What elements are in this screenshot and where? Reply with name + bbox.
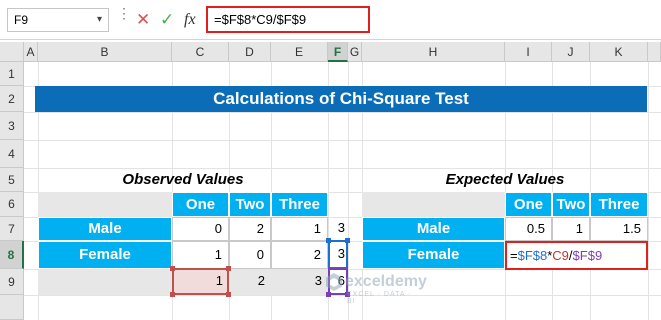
formula-equals: =: [510, 248, 518, 263]
expected-heading: Expected Values: [445, 171, 565, 188]
expected-header-two[interactable]: Two: [552, 192, 590, 217]
expected-cell-k7[interactable]: 1.5: [590, 217, 648, 241]
formula-bar: F9 ▾ ⋮ ✕ ✓ fx =$F$8*C9/$F$9: [0, 0, 661, 40]
row-header-5[interactable]: 5: [0, 168, 24, 192]
col-header-a[interactable]: A: [24, 42, 38, 62]
observed-col-total-two[interactable]: 2: [229, 269, 271, 295]
observed-col-total-three[interactable]: 3: [271, 269, 328, 295]
resize-handle[interactable]: [326, 238, 331, 243]
observed-heading: Observed Values: [122, 171, 244, 188]
observed-totals-label-cell: [38, 269, 172, 295]
col-header-h[interactable]: H: [362, 42, 505, 62]
resize-handle[interactable]: [170, 266, 175, 271]
observed-cell-c7[interactable]: 0: [172, 217, 229, 241]
observed-header-three[interactable]: Three: [271, 192, 328, 217]
expected-row-label-male[interactable]: Male: [362, 217, 505, 241]
observed-col-total-one[interactable]: 1: [172, 269, 229, 295]
row-header-9[interactable]: 9: [0, 269, 24, 295]
resize-handle[interactable]: [170, 292, 175, 297]
active-cell-editor[interactable]: =$F$8*C9/$F$9: [505, 241, 648, 270]
formula-ref-f9: $F$9: [572, 248, 603, 263]
col-header-k[interactable]: K: [590, 42, 648, 62]
col-header-e[interactable]: E: [271, 42, 328, 62]
observed-cell-e7[interactable]: 1: [271, 217, 328, 241]
observed-row-label-female[interactable]: Female: [38, 241, 172, 269]
insert-function-icon[interactable]: fx: [184, 9, 196, 31]
expected-header-three[interactable]: Three: [590, 192, 648, 217]
row-header-2[interactable]: 2: [0, 86, 24, 112]
col-header-d[interactable]: D: [229, 42, 271, 62]
cancel-icon[interactable]: ✕: [136, 9, 150, 31]
observed-corner-cell: [38, 192, 172, 217]
row-header-7[interactable]: 7: [0, 217, 24, 241]
exceldemy-logo-icon: [326, 273, 342, 291]
row-header-6[interactable]: 6: [0, 192, 24, 217]
observed-cell-d7[interactable]: 2: [229, 217, 271, 241]
col-header-l[interactable]: [648, 42, 661, 62]
row-header-10[interactable]: [0, 295, 24, 320]
expected-cell-i7[interactable]: 0.5: [505, 217, 552, 241]
col-header-c[interactable]: C: [172, 42, 229, 62]
resize-handle[interactable]: [226, 292, 231, 297]
chevron-down-icon[interactable]: ▾: [97, 9, 102, 31]
watermark-name: exceldemy: [345, 273, 427, 290]
observed-cell-d8[interactable]: 0: [229, 241, 271, 269]
resize-handle[interactable]: [226, 266, 231, 271]
observed-cell-e8[interactable]: 2: [271, 241, 328, 269]
name-box-value: F9: [14, 13, 29, 27]
watermark-tagline: EXCEL · DATA · BI: [347, 291, 412, 305]
row-header-3[interactable]: 3: [0, 112, 24, 140]
col-header-i[interactable]: I: [505, 42, 552, 62]
observed-header-two[interactable]: Two: [229, 192, 271, 217]
expected-header-one[interactable]: One: [505, 192, 552, 217]
observed-cell-c8[interactable]: 1: [172, 241, 229, 269]
col-header-b[interactable]: B: [38, 42, 172, 62]
resize-handle[interactable]: [345, 238, 350, 243]
expected-corner-cell: [362, 192, 505, 217]
formula-input[interactable]: =$F$8*C9/$F$9: [206, 6, 370, 33]
sheet-title: Calculations of Chi-Square Test: [35, 86, 647, 112]
more-options-icon[interactable]: ⋮: [117, 6, 131, 20]
row-header-1[interactable]: 1: [0, 62, 24, 86]
reference-highlight-f8: [328, 240, 348, 269]
col-header-j[interactable]: J: [552, 42, 590, 62]
observed-row-label-male[interactable]: Male: [38, 217, 172, 241]
col-header-f[interactable]: F: [328, 42, 348, 62]
name-box[interactable]: F9 ▾: [7, 8, 109, 32]
observed-header-one[interactable]: One: [172, 192, 229, 217]
expected-row-label-female[interactable]: Female: [362, 241, 505, 269]
row-header-4[interactable]: 4: [0, 140, 24, 168]
formula-ref-c9: C9: [552, 248, 569, 263]
formula-ref-f8: $F$8: [517, 248, 548, 263]
expected-cell-j7[interactable]: 1: [552, 217, 590, 241]
exceldemy-watermark: exceldemy EXCEL · DATA · BI: [325, 272, 427, 305]
enter-icon[interactable]: ✓: [160, 9, 174, 31]
select-all-corner[interactable]: [0, 42, 24, 62]
col-header-g[interactable]: G: [348, 42, 362, 62]
row-header-8[interactable]: 8: [0, 241, 24, 269]
